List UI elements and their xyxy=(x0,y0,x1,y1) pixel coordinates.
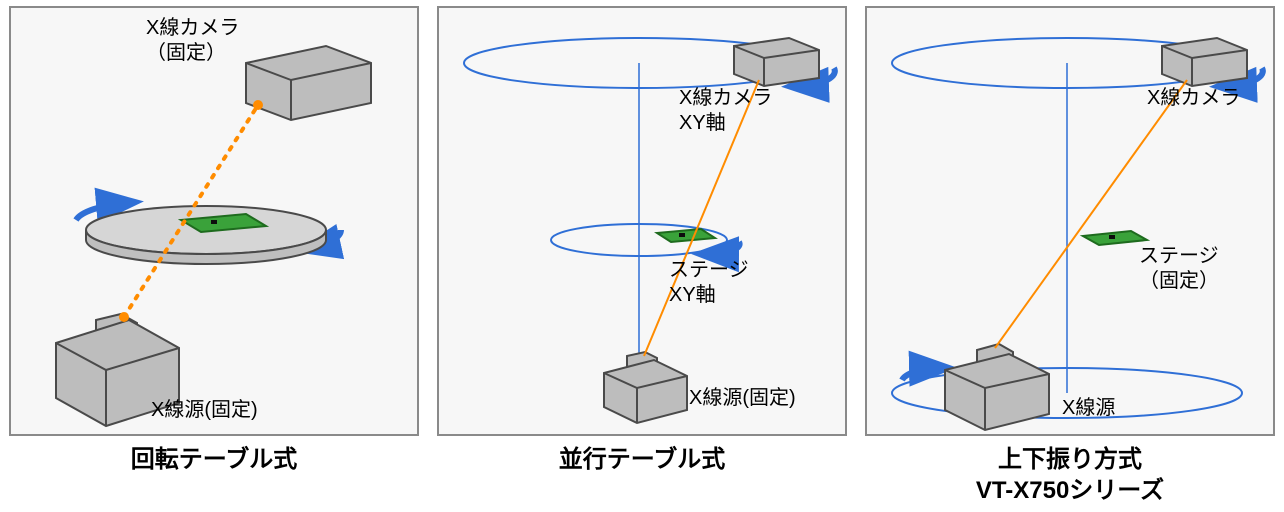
xray-camera-icon xyxy=(246,46,371,120)
stage-label: ステージXY軸 xyxy=(669,258,749,308)
diagram-svg-2 xyxy=(439,8,849,438)
panel-col-3: X線カメラ ステージ（固定） X線源 上下振り方式VT-X750シリーズ xyxy=(862,6,1278,506)
source-label: X線源(固定) xyxy=(689,386,796,411)
stage-disc-icon xyxy=(86,206,326,264)
diagram-svg-3 xyxy=(867,8,1277,438)
xray-source-icon xyxy=(945,344,1049,430)
xray-source-icon xyxy=(604,352,687,423)
panel-caption-3: 上下振り方式VT-X750シリーズ xyxy=(976,444,1164,506)
beam-line-icon xyxy=(995,80,1187,348)
panel-parallel-table: X線カメラXY軸 ステージXY軸 X線源(固定) xyxy=(437,6,847,436)
panel-col-2: X線カメラXY軸 ステージXY軸 X線源(固定) 並行テーブル式 xyxy=(434,6,850,506)
camera-label: X線カメラ xyxy=(1147,86,1240,111)
sample-chip-icon xyxy=(1083,231,1147,245)
sample-chip-icon xyxy=(657,229,715,242)
panel-caption-1: 回転テーブル式 xyxy=(131,444,298,475)
panel-col-1: X線カメラ（固定） X線源(固定) 回転テーブル式 xyxy=(6,6,422,506)
source-label: X線源 xyxy=(1062,396,1115,421)
xray-camera-icon xyxy=(1162,38,1247,86)
camera-label: X線カメラ（固定） xyxy=(146,16,239,66)
camera-label: X線カメラXY軸 xyxy=(679,86,772,136)
xray-camera-icon xyxy=(734,38,819,86)
stage-label: ステージ（固定） xyxy=(1139,244,1219,294)
panel-caption-2: 並行テーブル式 xyxy=(559,444,726,475)
diagram-svg-1 xyxy=(11,8,421,438)
diagram-row: X線カメラ（固定） X線源(固定) 回転テーブル式 xyxy=(0,0,1284,512)
panel-rotating-table: X線カメラ（固定） X線源(固定) xyxy=(9,6,419,436)
source-label: X線源(固定) xyxy=(151,398,258,423)
rotation-arrow-bottom-icon xyxy=(902,368,939,380)
panel-up-down-swing: X線カメラ ステージ（固定） X線源 xyxy=(865,6,1275,436)
